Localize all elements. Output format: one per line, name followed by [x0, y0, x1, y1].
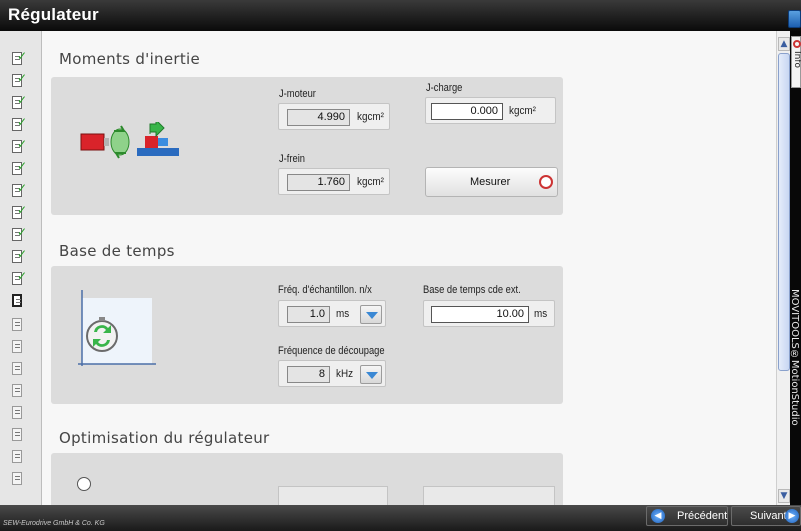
j-charge-input[interactable]: 0.000 [431, 103, 503, 120]
j-moteur-field: 4.990 kgcm² [278, 103, 390, 130]
step-completed-icon[interactable]: ✓ [11, 247, 27, 265]
step-completed-icon[interactable]: ✓ [11, 71, 27, 89]
j-charge-label: J-charge [426, 82, 463, 94]
motor-load-icon [80, 122, 179, 159]
step-pending-icon[interactable] [11, 361, 27, 377]
optimization-field [278, 486, 388, 505]
dropdown-arrow-icon [366, 372, 378, 379]
j-charge-field: 0.000 kgcm² [425, 97, 556, 124]
scroll-down-button[interactable]: ▼ [778, 489, 790, 503]
timebase-panel: Fréq. d'échantillon. n/x 1.0 ms Base de … [51, 266, 563, 404]
step-completed-icon[interactable]: ✓ [11, 159, 27, 177]
title-bar: Régulateur [0, 0, 801, 31]
step-pending-icon[interactable] [11, 383, 27, 399]
j-frein-field: 1.760 kgcm² [278, 168, 390, 195]
step-navigation: ✓ ✓ ✓ ✓ ✓ ✓ ✓ ✓ ✓ ✓ ✓ [0, 31, 42, 505]
vertical-scrollbar[interactable]: ▲ ▼ [776, 31, 790, 505]
ext-timebase-field: 10.00 ms [423, 300, 555, 327]
next-icon: ▶ [785, 509, 799, 523]
ext-timebase-label: Base de temps cde ext. [423, 284, 521, 296]
step-completed-icon[interactable]: ✓ [11, 115, 27, 133]
pwm-dropdown-button[interactable] [360, 365, 382, 384]
step-pending-icon[interactable] [11, 317, 27, 333]
pwm-value: 8 [287, 366, 330, 383]
previous-icon: ◀ [651, 509, 665, 523]
info-tab-label: Info [792, 51, 801, 69]
step-completed-icon[interactable]: ✓ [11, 181, 27, 199]
previous-button-label: Précédent [677, 510, 728, 522]
bottom-bar: SEW-Eurodrive GmbH & Co. KG ◀ Précédent … [0, 505, 801, 531]
next-button-label: Suivant [750, 510, 787, 522]
inertia-panel: J-moteur 4.990 kgcm² J-charge 0.000 kgcm… [51, 77, 563, 215]
info-icon [793, 40, 801, 48]
section-title-inertia: Moments d'inertie [59, 50, 201, 68]
window-title: Régulateur [8, 5, 99, 24]
sampling-value: 1.0 [287, 306, 330, 323]
j-charge-unit: kgcm² [509, 105, 536, 117]
step-pending-icon[interactable] [11, 339, 27, 355]
step-pending-icon[interactable] [11, 471, 27, 487]
right-side-strip: MOVITOOLS®MotionStudio [789, 31, 801, 505]
next-button[interactable]: Suivant ▶ [731, 506, 801, 526]
step-completed-icon[interactable]: ✓ [11, 203, 27, 221]
measure-button-label: Mesurer [470, 176, 511, 188]
measure-icon [539, 175, 553, 189]
pwm-label: Fréquence de découpage [278, 345, 385, 357]
scroll-up-button[interactable]: ▲ [778, 37, 790, 51]
j-moteur-label: J-moteur [279, 88, 316, 100]
product-name: MOVITOOLS®MotionStudio [789, 289, 800, 426]
sampling-field: 1.0 ms [278, 300, 386, 327]
optimization-panel [51, 453, 563, 505]
stopwatch-chart-icon [78, 290, 156, 366]
optimization-icon [77, 477, 91, 491]
step-completed-icon[interactable]: ✓ [11, 269, 27, 287]
dropdown-arrow-icon [366, 312, 378, 319]
info-tab[interactable]: Info [791, 36, 801, 88]
optimization-field [423, 486, 555, 505]
j-frein-label: J-frein [279, 153, 305, 165]
pwm-field: 8 kHz [278, 360, 386, 387]
ext-timebase-unit: ms [534, 308, 548, 320]
j-frein-value: 1.760 [287, 174, 350, 191]
step-current-icon[interactable] [11, 293, 27, 309]
j-moteur-unit: kgcm² [357, 111, 384, 123]
previous-button[interactable]: ◀ Précédent [646, 506, 728, 526]
section-title-optimization: Optimisation du régulateur [59, 429, 270, 447]
j-frein-unit: kgcm² [357, 176, 384, 188]
ext-timebase-input[interactable]: 10.00 [431, 306, 529, 323]
sampling-dropdown-button[interactable] [360, 305, 382, 324]
window-control-button[interactable] [788, 10, 801, 28]
measure-button[interactable]: Mesurer [425, 167, 558, 197]
pwm-unit: kHz [336, 368, 354, 380]
step-completed-icon[interactable]: ✓ [11, 49, 27, 67]
sampling-label: Fréq. d'échantillon. n/x [278, 284, 372, 296]
main-content: Moments d'inertie J-moteur 4.990 kgcm² J… [42, 31, 776, 505]
step-completed-icon[interactable]: ✓ [11, 225, 27, 243]
step-completed-icon[interactable]: ✓ [11, 93, 27, 111]
copyright-text: SEW-Eurodrive GmbH & Co. KG [3, 520, 105, 527]
section-title-timebase: Base de temps [59, 242, 175, 260]
j-moteur-value: 4.990 [287, 109, 350, 126]
step-completed-icon[interactable]: ✓ [11, 137, 27, 155]
step-pending-icon[interactable] [11, 405, 27, 421]
sampling-unit: ms [336, 308, 350, 320]
step-pending-icon[interactable] [11, 449, 27, 465]
step-pending-icon[interactable] [11, 427, 27, 443]
